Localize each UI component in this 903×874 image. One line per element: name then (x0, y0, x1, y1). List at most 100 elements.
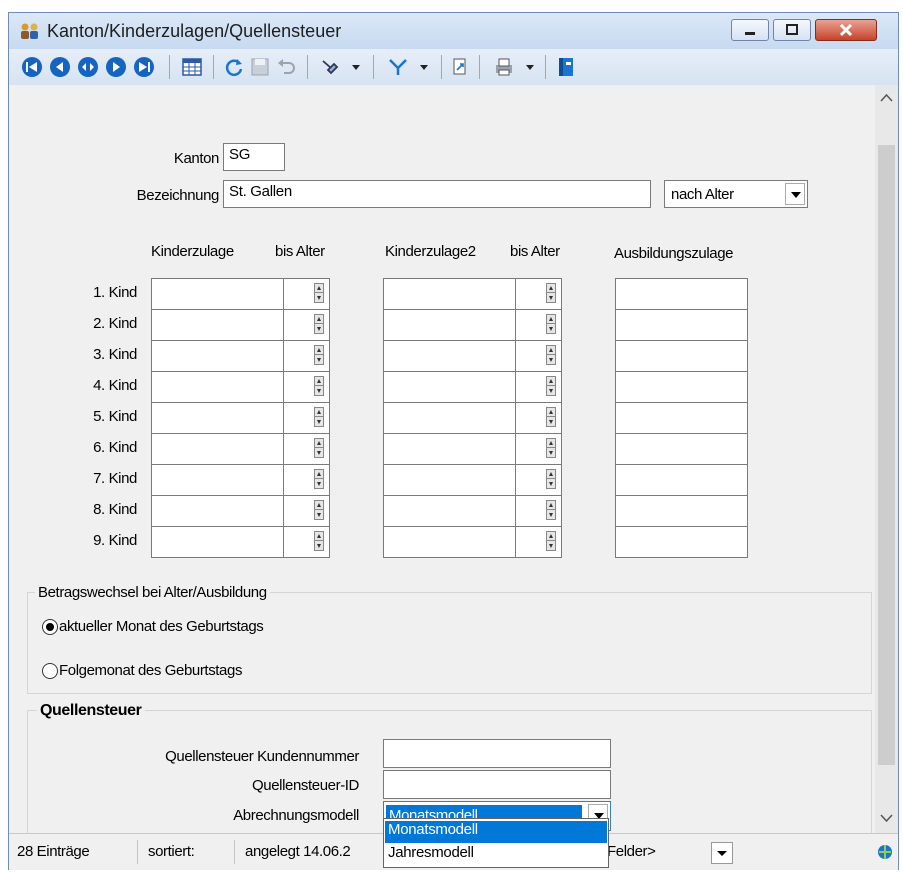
bis-alter-spinner[interactable] (283, 402, 330, 434)
option-folgemonat-label[interactable]: Folgemonat des Geburtstags (59, 662, 242, 679)
filter-icon[interactable] (387, 56, 409, 78)
previous-record-icon[interactable] (49, 56, 71, 78)
age-mode-select[interactable]: nach Alter (664, 180, 808, 208)
spin-arrows-icon[interactable] (546, 314, 556, 334)
spin-arrows-icon[interactable] (546, 469, 556, 489)
spin-arrows-icon[interactable] (546, 500, 556, 520)
bis-alter-spinner[interactable] (283, 433, 330, 465)
bis-alter2-spinner[interactable] (515, 278, 562, 310)
close-button[interactable] (815, 19, 877, 41)
globe-icon[interactable] (877, 844, 893, 860)
save-icon[interactable] (249, 56, 271, 78)
refresh-icon[interactable] (223, 56, 245, 78)
maximize-button[interactable] (773, 19, 811, 41)
next-record-icon[interactable] (105, 56, 127, 78)
kanton-field[interactable]: SG (223, 143, 285, 171)
kinderzulage2-field[interactable] (383, 526, 516, 558)
spin-arrows-icon[interactable] (314, 469, 324, 489)
ausbildungszulage-field[interactable] (615, 402, 748, 434)
ausbildungszulage-field[interactable] (615, 495, 748, 527)
spin-arrows-icon[interactable] (314, 376, 324, 396)
ausbildungszulage-field[interactable] (615, 309, 748, 341)
quellensteuer-id-field[interactable] (383, 770, 611, 799)
status-fields[interactable]: Felder> (607, 843, 656, 860)
kinderzulage2-field[interactable] (383, 402, 516, 434)
book-icon[interactable] (555, 56, 577, 78)
kinderzulage-field[interactable] (151, 371, 284, 403)
ausbildungszulage-field[interactable] (615, 433, 748, 465)
bis-alter2-spinner[interactable] (515, 402, 562, 434)
radio-aktueller-monat[interactable] (42, 619, 58, 635)
pin-icon[interactable] (319, 56, 341, 78)
bis-alter-spinner[interactable] (283, 495, 330, 527)
table-view-icon[interactable] (181, 56, 203, 78)
vertical-scrollbar[interactable] (875, 85, 898, 833)
bis-alter2-spinner[interactable] (515, 371, 562, 403)
bis-alter2-spinner[interactable] (515, 433, 562, 465)
kinderzulage-field[interactable] (151, 526, 284, 558)
spin-arrows-icon[interactable] (546, 438, 556, 458)
kinderzulage2-field[interactable] (383, 371, 516, 403)
bis-alter2-spinner[interactable] (515, 495, 562, 527)
option-monatsmodell[interactable]: Monatsmodell (385, 821, 607, 843)
fields-dropdown-button[interactable] (711, 842, 733, 864)
spin-arrows-icon[interactable] (314, 314, 324, 334)
scroll-down-icon[interactable] (880, 813, 893, 823)
chevron-down-icon[interactable] (345, 56, 367, 78)
bis-alter-spinner[interactable] (283, 371, 330, 403)
kinderzulage2-field[interactable] (383, 340, 516, 372)
kinderzulage-field[interactable] (151, 464, 284, 496)
kinderzulage2-field[interactable] (383, 278, 516, 310)
last-record-icon[interactable] (133, 56, 155, 78)
bis-alter2-spinner[interactable] (515, 309, 562, 341)
chevron-down-icon[interactable] (519, 56, 541, 78)
ausbildungszulage-field[interactable] (615, 464, 748, 496)
export-icon[interactable] (449, 56, 471, 78)
ausbildungszulage-field[interactable] (615, 371, 748, 403)
spin-arrows-icon[interactable] (546, 376, 556, 396)
spin-arrows-icon[interactable] (314, 500, 324, 520)
bis-alter-spinner[interactable] (283, 526, 330, 558)
bis-alter-spinner[interactable] (283, 309, 330, 341)
spin-arrows-icon[interactable] (314, 531, 324, 551)
first-record-icon[interactable] (21, 56, 43, 78)
chevron-down-icon[interactable] (413, 56, 435, 78)
minimize-button[interactable] (731, 19, 769, 41)
kundennummer-field[interactable] (383, 739, 611, 768)
bis-alter2-spinner[interactable] (515, 464, 562, 496)
print-icon[interactable] (493, 56, 515, 78)
kinderzulage2-field[interactable] (383, 433, 516, 465)
kinderzulage-field[interactable] (151, 278, 284, 310)
scrollbar-thumb[interactable] (878, 145, 895, 765)
bezeichnung-field[interactable]: St. Gallen (223, 180, 651, 208)
title-bar[interactable]: Kanton/Kinderzulagen/Quellensteuer (9, 13, 898, 49)
radio-folgemonat[interactable] (42, 663, 58, 679)
bis-alter2-spinner[interactable] (515, 340, 562, 372)
spin-arrows-icon[interactable] (546, 345, 556, 365)
spin-arrows-icon[interactable] (546, 407, 556, 427)
ausbildungszulage-field[interactable] (615, 340, 748, 372)
spin-arrows-icon[interactable] (314, 438, 324, 458)
spin-arrows-icon[interactable] (546, 283, 556, 303)
option-jahresmodell[interactable]: Jahresmodell (385, 844, 607, 866)
bis-alter-spinner[interactable] (283, 464, 330, 496)
spin-arrows-icon[interactable] (314, 283, 324, 303)
kinderzulage2-field[interactable] (383, 309, 516, 341)
kinderzulage-field[interactable] (151, 309, 284, 341)
chevron-down-icon[interactable] (785, 183, 805, 205)
undo-icon[interactable] (275, 56, 297, 78)
ausbildungszulage-field[interactable] (615, 526, 748, 558)
kinderzulage-field[interactable] (151, 433, 284, 465)
ausbildungszulage-field[interactable] (615, 278, 748, 310)
kinderzulage-field[interactable] (151, 402, 284, 434)
kinderzulage2-field[interactable] (383, 464, 516, 496)
spin-arrows-icon[interactable] (314, 345, 324, 365)
bis-alter-spinner[interactable] (283, 340, 330, 372)
kinderzulage-field[interactable] (151, 495, 284, 527)
kinderzulage2-field[interactable] (383, 495, 516, 527)
go-to-record-icon[interactable] (77, 56, 99, 78)
bis-alter-spinner[interactable] (283, 278, 330, 310)
spin-arrows-icon[interactable] (546, 531, 556, 551)
spin-arrows-icon[interactable] (314, 407, 324, 427)
bis-alter2-spinner[interactable] (515, 526, 562, 558)
